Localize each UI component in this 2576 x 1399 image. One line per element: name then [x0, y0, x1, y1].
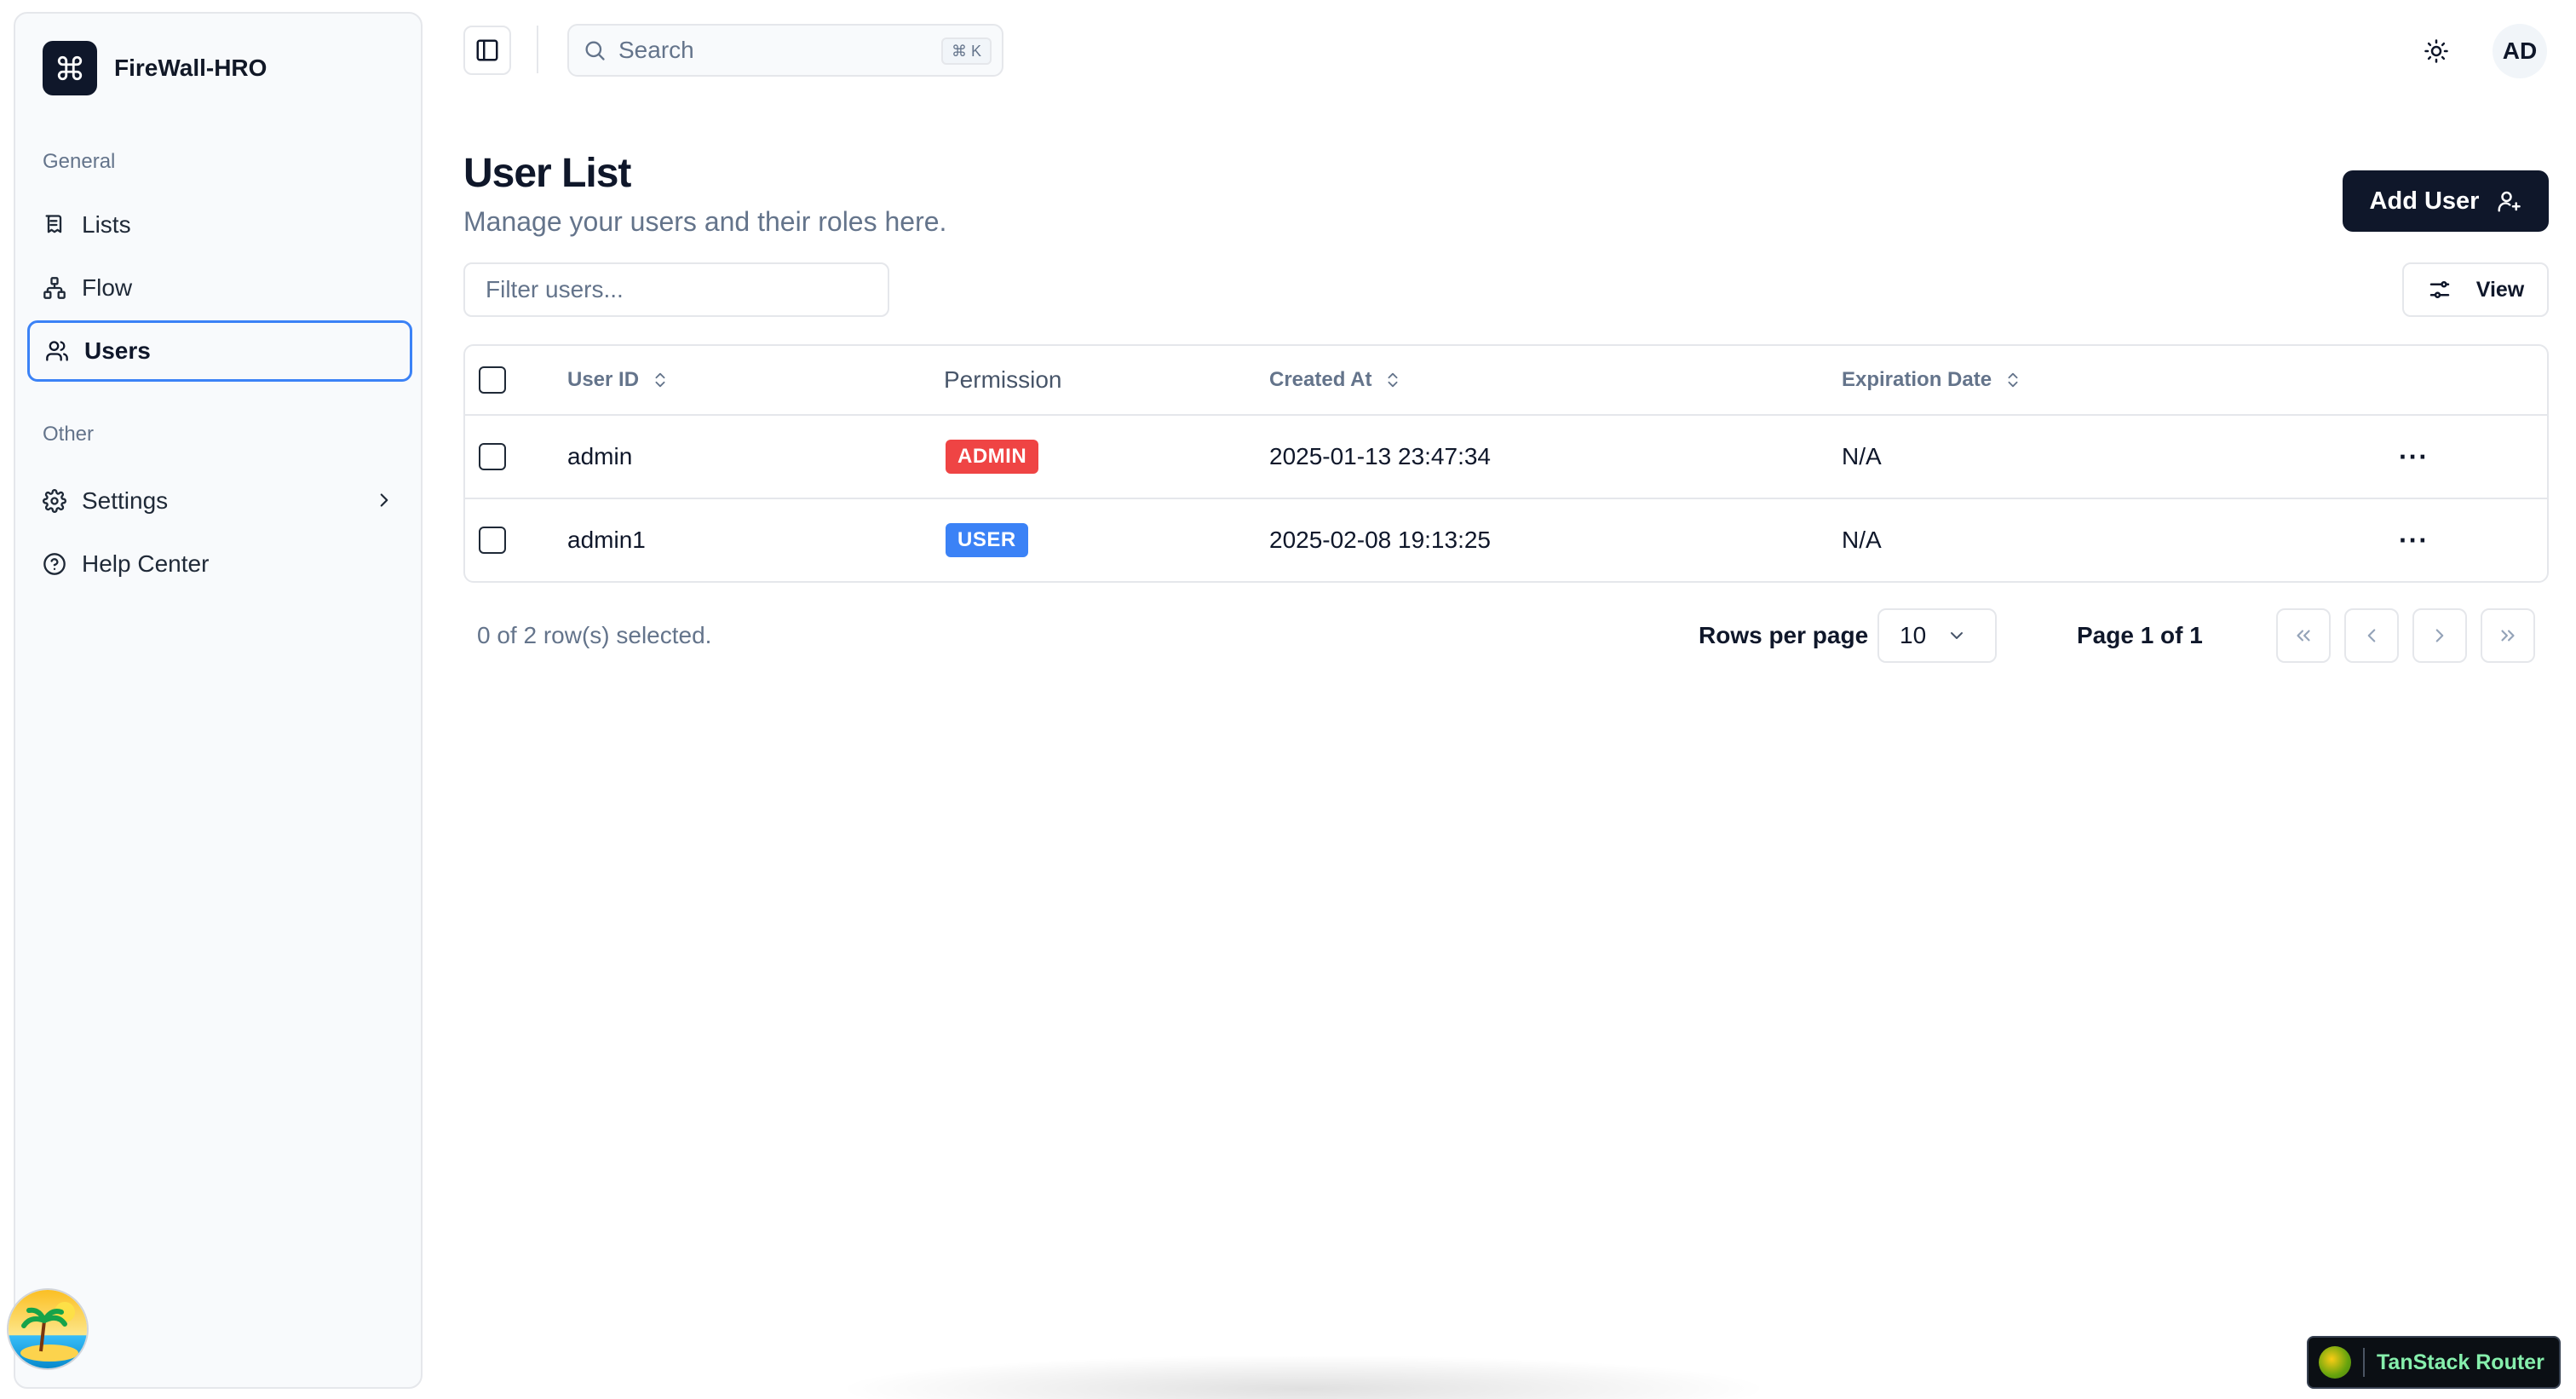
page-title: User List: [463, 151, 631, 196]
sort-icon: [1383, 371, 1402, 389]
sidebar-item-label: Help Center: [82, 550, 210, 577]
filter-placeholder: Filter users...: [486, 276, 624, 302]
chevron-down-icon: [1946, 625, 1967, 646]
view-options-button[interactable]: View: [2402, 262, 2549, 317]
tanstack-router-devtools-button[interactable]: TanStack Router: [2307, 1336, 2561, 1389]
devtools-avatar[interactable]: [7, 1288, 89, 1370]
rows-per-page-value: 10: [1900, 622, 1927, 648]
chevrons-right-icon: [2497, 625, 2519, 647]
table-row[interactable]: admin ADMIN 2025-01-13 23:47:34 N/A ···: [465, 414, 2547, 498]
cell-permission: ADMIN: [946, 416, 1039, 498]
topbar-divider: [537, 26, 538, 73]
last-page-button[interactable]: [2481, 608, 2535, 663]
tanstack-divider: [2363, 1348, 2365, 1377]
panel-left-icon: [474, 37, 500, 63]
tanstack-logo-icon: [2319, 1346, 2351, 1379]
row-select-cell: [479, 416, 506, 498]
theme-toggle-button[interactable]: [2419, 34, 2453, 68]
cell-expiration: N/A: [1842, 443, 1882, 469]
sidebar-item-lists[interactable]: Lists: [27, 194, 412, 256]
row-actions-button[interactable]: ···: [2399, 416, 2429, 498]
sidebar-item-label: Users: [84, 337, 151, 364]
page-info: Page 1 of 1: [2077, 622, 2203, 648]
help-icon: [43, 552, 66, 576]
brand[interactable]: FireWall-HRO: [43, 41, 267, 95]
column-header-label: Expiration Date: [1842, 368, 1992, 391]
users-icon: [45, 339, 69, 363]
cell-user-id: admin1: [567, 527, 646, 553]
sidebar-toggle-button[interactable]: [463, 26, 511, 75]
chevron-right-icon: [2429, 625, 2451, 647]
sidebar-group-general: General: [43, 150, 116, 173]
search-shortcut: ⌘ K: [940, 37, 992, 65]
add-user-label: Add User: [2369, 187, 2480, 215]
column-header-expiration-date[interactable]: Expiration Date: [1842, 346, 2022, 414]
sidebar-item-label: Lists: [82, 211, 131, 238]
column-header-user-id[interactable]: User ID: [567, 346, 670, 414]
sidebar-item-flow[interactable]: Flow: [27, 257, 412, 319]
column-header-label: Created At: [1269, 368, 1372, 391]
cell-user-id: admin: [567, 443, 633, 469]
tanstack-label: TanStack Router: [2377, 1350, 2544, 1374]
page-subtitle: Manage your users and their roles here.: [463, 206, 947, 237]
search-icon: [583, 38, 607, 62]
rows-per-page-label: Rows per page: [1699, 622, 1869, 648]
first-page-button[interactable]: [2276, 608, 2331, 663]
sort-icon: [651, 371, 670, 389]
chevron-left-icon: [2360, 625, 2383, 647]
view-label: View: [2475, 277, 2525, 302]
search-label: Search: [618, 37, 694, 63]
column-header-label: User ID: [567, 368, 640, 391]
island-illustration: [9, 1290, 87, 1368]
sun-icon: [2424, 38, 2449, 64]
sidebar-item-settings[interactable]: Settings: [27, 470, 412, 532]
select-all-checkbox[interactable]: [479, 366, 506, 394]
sidebar-item-label: Flow: [82, 274, 133, 301]
app-name: FireWall-HRO: [114, 55, 267, 81]
table-row[interactable]: admin1 USER 2025-02-08 19:13:25 N/A ···: [465, 498, 2547, 581]
column-header-created-at[interactable]: Created At: [1269, 346, 1402, 414]
cell-created-at: 2025-01-13 23:47:34: [1269, 443, 1491, 469]
rows-per-page-select[interactable]: 10: [1877, 608, 1997, 663]
row-checkbox[interactable]: [479, 527, 506, 554]
chevrons-left-icon: [2292, 625, 2314, 647]
search-button[interactable]: Search ⌘ K: [567, 24, 1003, 77]
next-page-button[interactable]: [2412, 608, 2467, 663]
selection-count: 0 of 2 row(s) selected.: [477, 622, 712, 648]
sidebar-group-other: Other: [43, 423, 95, 446]
command-icon: [43, 41, 97, 95]
sidebar-item-help-center[interactable]: Help Center: [27, 533, 412, 595]
filter-users-input[interactable]: Filter users...: [463, 262, 889, 317]
list-icon: [43, 213, 66, 237]
sidebar-item-users[interactable]: Users: [27, 320, 412, 382]
add-user-button[interactable]: Add User: [2343, 170, 2549, 232]
user-avatar[interactable]: AD: [2493, 24, 2547, 78]
cell-permission: USER: [946, 499, 1028, 581]
sliders-icon: [2427, 277, 2452, 302]
chevron-right-icon: [373, 489, 395, 511]
select-all-cell: [479, 346, 506, 414]
row-checkbox[interactable]: [479, 443, 506, 470]
gear-icon: [43, 489, 66, 513]
permission-badge: USER: [946, 523, 1028, 557]
previous-page-button[interactable]: [2344, 608, 2399, 663]
users-table: User ID Permission Created At Expiration…: [463, 344, 2549, 583]
sidebar: FireWall-HRO General Lists Flow Users Ot…: [14, 12, 423, 1389]
bottom-shadow: [835, 1355, 1772, 1399]
cell-expiration: N/A: [1842, 527, 1882, 553]
column-header-permission: Permission: [944, 366, 1062, 393]
flow-icon: [43, 276, 66, 300]
cell-created-at: 2025-02-08 19:13:25: [1269, 527, 1491, 553]
row-select-cell: [479, 499, 506, 581]
table-header-row: User ID Permission Created At Expiration…: [465, 346, 2547, 414]
user-plus-icon: [2496, 188, 2521, 214]
permission-badge: ADMIN: [946, 440, 1039, 474]
row-actions-button[interactable]: ···: [2399, 499, 2429, 581]
sort-icon: [2004, 371, 2022, 389]
sidebar-item-label: Settings: [82, 487, 169, 514]
